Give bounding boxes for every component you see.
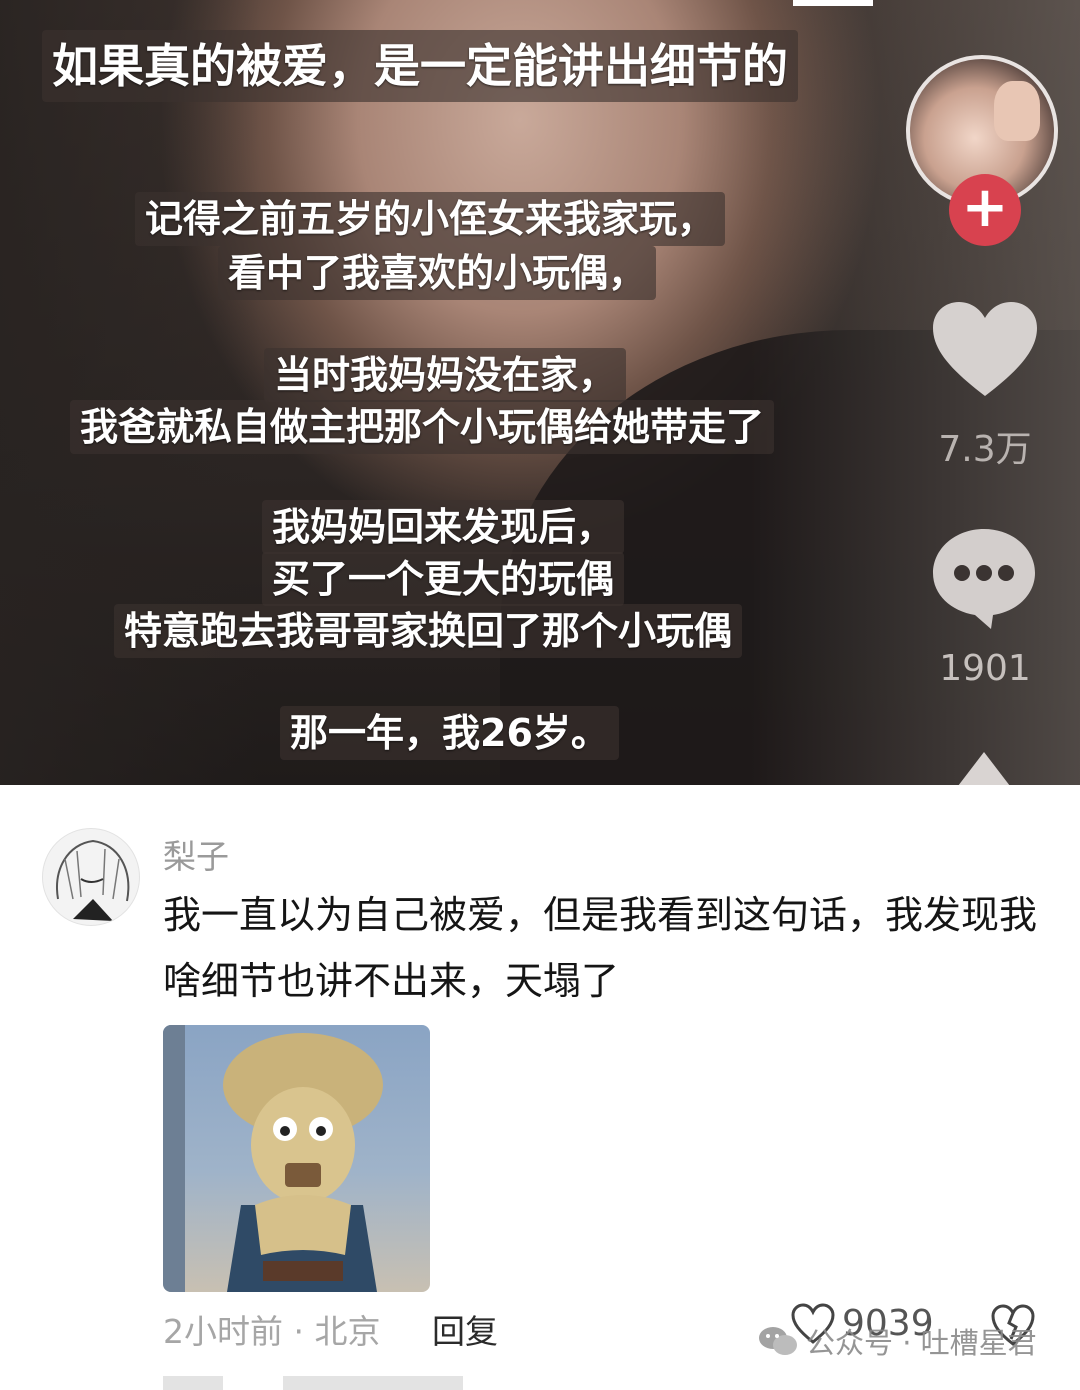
heart-icon[interactable] <box>931 300 1039 400</box>
video-caption-title: 如果真的被爱，是一定能讲出细节的 <box>42 30 798 102</box>
comment-text: 我一直以为自己被爱，但是我看到这句话，我发现我啥细节也讲不出来，天塌了 <box>163 893 1038 1003</box>
commenter-avatar[interactable] <box>42 828 140 926</box>
video-caption-line: 我爸就私自做主把那个小玩偶给她带走了 <box>70 400 775 454</box>
top-white-block <box>793 0 873 6</box>
video-background-left <box>0 0 260 785</box>
video-caption-line: 当时我妈妈没在家， <box>264 348 627 402</box>
next-comment-partial <box>163 1376 463 1390</box>
reply-button[interactable]: 回复 <box>432 1305 498 1353</box>
video-caption-line: 那一年，我26岁。 <box>280 706 619 760</box>
video-caption-line: 我妈妈回来发现后， <box>262 500 625 554</box>
sticker-figure <box>163 1025 383 1292</box>
video-caption-line: 买了一个更大的玩偶 <box>262 552 625 606</box>
comment-count: 1901 <box>939 648 1031 689</box>
commenter-avatar-sketch <box>56 839 130 921</box>
follow-button[interactable]: + <box>949 174 1021 246</box>
video-caption-line: 看中了我喜欢的小玩偶， <box>218 246 657 300</box>
wechat-icon <box>759 1327 797 1355</box>
comment-sticker-image[interactable] <box>163 1025 430 1292</box>
creator-avatar-hand <box>994 81 1040 141</box>
watermark-text: 公众号 · 吐槽星君 <box>806 1326 1037 1360</box>
comment-meta: 2小时前 · 北京 <box>163 1312 381 1351</box>
like-count: 7.3万 <box>938 429 1032 470</box>
video-caption-line: 记得之前五岁的小侄女来我家玩， <box>135 192 726 246</box>
video-player[interactable]: 如果真的被爱，是一定能讲出细节的 记得之前五岁的小侄女来我家玩， 看中了我喜欢的… <box>0 0 1080 785</box>
share-arrow-icon[interactable] <box>958 752 1010 785</box>
video-caption-line: 特意跑去我哥哥家换回了那个小玩偶 <box>114 604 743 658</box>
comment-bubble-icon[interactable] <box>929 525 1039 630</box>
commenter-username[interactable]: 梨子 <box>163 830 229 878</box>
watermark: 公众号 · 吐槽星君 <box>758 1320 1037 1362</box>
